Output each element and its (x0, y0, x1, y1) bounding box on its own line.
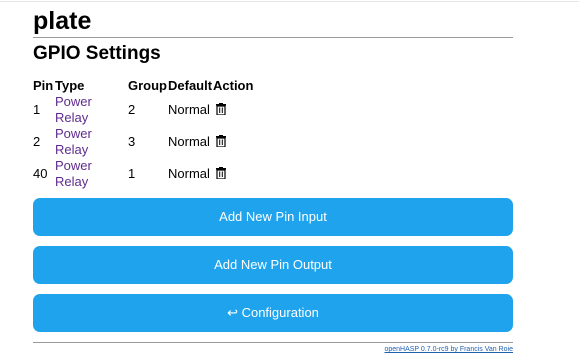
default-cell: Normal (168, 166, 210, 181)
type-cell: Power Relay (55, 126, 128, 158)
add-pin-input-button[interactable]: Add New Pin Input (33, 198, 513, 236)
group-cell: 2 (128, 102, 136, 117)
trash-icon[interactable] (216, 103, 226, 119)
type-link[interactable]: Power Relay (55, 126, 92, 157)
table-row: 2 Power Relay 3 Normal (33, 126, 253, 158)
action-cell (213, 94, 253, 126)
header-type: Type (55, 78, 85, 93)
action-cell (213, 158, 253, 190)
footer: openHASP 0.7.0-rc9 by Francis Van Roie (33, 345, 513, 355)
pin-cell: 40 (33, 166, 48, 181)
title-divider (33, 37, 513, 38)
type-cell: Power Relay (55, 158, 128, 190)
table-row: 1 Power Relay 2 Normal (33, 94, 253, 126)
pin-cell: 2 (33, 134, 41, 149)
pin-cell: 1 (33, 102, 41, 117)
type-link[interactable]: Power Relay (55, 94, 92, 125)
footer-credit-link[interactable]: openHASP 0.7.0-rc9 by Francis Van Roie (384, 346, 513, 353)
header-pin: Pin (33, 78, 54, 93)
action-cell (213, 126, 253, 158)
add-pin-output-button[interactable]: Add New Pin Output (33, 246, 513, 284)
table-header-row: Pin Type Group Default Action (33, 78, 253, 94)
table-row: 40 Power Relay 1 Normal (33, 158, 253, 190)
header-default: Default (168, 78, 213, 93)
group-cell: 1 (128, 166, 136, 181)
configuration-button[interactable]: ↩ Configuration (33, 294, 513, 332)
trash-icon[interactable] (216, 167, 226, 183)
section-title: GPIO Settings (33, 43, 161, 64)
gpio-table: Pin Type Group Default Action 1 Power Re… (33, 78, 253, 190)
group-cell: 3 (128, 134, 136, 149)
header-group: Group (128, 78, 167, 93)
default-cell: Normal (168, 134, 210, 149)
page-title: plate (33, 7, 92, 35)
trash-icon[interactable] (216, 135, 226, 151)
button-group: Add New Pin Input Add New Pin Output ↩ C… (33, 198, 513, 332)
default-cell: Normal (168, 102, 210, 117)
type-cell: Power Relay (55, 94, 128, 126)
type-link[interactable]: Power Relay (55, 158, 92, 189)
main-container: plate GPIO Settings Pin Type Group Defau… (33, 0, 513, 355)
header-action: Action (213, 78, 254, 93)
footer-divider (33, 342, 513, 343)
